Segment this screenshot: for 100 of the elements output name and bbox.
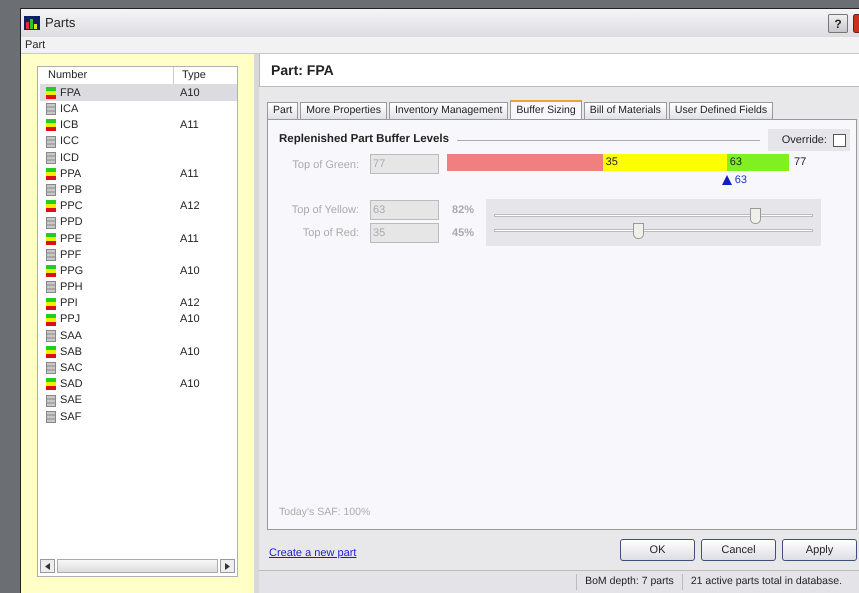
part-row[interactable]: ICA xyxy=(40,101,237,118)
right-arrow-icon[interactable] xyxy=(225,562,230,570)
part-row[interactable]: SAB A10 xyxy=(40,344,237,360)
column-header[interactable]: Number xyxy=(40,67,174,84)
part-type: A10 xyxy=(179,86,200,101)
part-row[interactable]: PPB xyxy=(40,182,237,198)
status-text: BoM depth: 7 parts xyxy=(576,574,682,590)
part-type: A12 xyxy=(179,199,200,214)
buffer-status-icon xyxy=(46,378,56,390)
part-row[interactable]: PPI A12 xyxy=(40,295,237,312)
part-number: PPI xyxy=(60,296,78,312)
part-icon xyxy=(46,103,56,116)
part-number: PPG xyxy=(60,264,84,279)
buffer-status-icon xyxy=(46,298,56,310)
buffer-status-icon xyxy=(46,265,56,278)
part-row[interactable]: PPD xyxy=(40,214,237,231)
part-number: SAA xyxy=(60,328,82,344)
zone-value: 35 xyxy=(604,155,618,170)
part-type: A11 xyxy=(179,118,199,134)
buffer-status-icon xyxy=(46,314,56,326)
tab[interactable]: Bill of Materials xyxy=(584,102,667,119)
dialog-button[interactable]: OK xyxy=(620,539,695,561)
percent-reading: 82% xyxy=(452,202,476,218)
part-icon xyxy=(46,152,56,164)
part-icon xyxy=(46,330,56,342)
part-number: PPD xyxy=(60,215,83,230)
window-title: Parts xyxy=(45,14,76,32)
help-button[interactable]: ? xyxy=(828,14,848,32)
part-type: A10 xyxy=(179,344,200,360)
part-number: SAB xyxy=(60,344,82,360)
part-type: A11 xyxy=(179,232,199,247)
marker-icon xyxy=(722,175,732,186)
part-row[interactable]: PPC A12 xyxy=(40,198,237,214)
field-label: Top of Yellow: xyxy=(290,202,359,218)
buffer-status-icon xyxy=(46,232,56,245)
dialog-button[interactable]: Apply xyxy=(782,539,857,561)
buffer-status-icon xyxy=(46,168,56,180)
slider-thumb[interactable] xyxy=(750,208,761,224)
part-icon xyxy=(46,281,56,294)
part-row[interactable]: PPE A11 xyxy=(40,230,237,247)
status-text: 21 active parts total in database. xyxy=(682,574,850,590)
part-icon xyxy=(46,248,56,261)
slider-thumb[interactable] xyxy=(632,222,644,238)
part-type: A10 xyxy=(179,312,200,328)
field-label: Top of Red: xyxy=(302,226,359,241)
part-type: A12 xyxy=(179,296,200,312)
bar-end-value: 77 xyxy=(794,155,806,170)
part-icon xyxy=(46,216,56,229)
part-row[interactable]: ICD xyxy=(40,150,237,166)
tab[interactable]: Buffer Sizing xyxy=(510,100,582,119)
marker-value: 63 xyxy=(734,173,747,188)
column-header[interactable]: Type xyxy=(174,67,206,84)
part-number: SAD xyxy=(60,377,83,392)
buffer-status-icon xyxy=(46,87,56,100)
part-row[interactable]: SAF xyxy=(40,408,237,425)
part-row[interactable]: PPA A11 xyxy=(40,166,237,182)
part-number: SAC xyxy=(60,361,83,376)
part-row[interactable]: PPG A10 xyxy=(40,263,237,280)
part-number: PPA xyxy=(60,166,82,182)
part-row[interactable]: SAC xyxy=(40,360,237,376)
part-type: A10 xyxy=(179,377,200,392)
part-row[interactable]: SAE xyxy=(40,392,237,409)
part-row[interactable]: SAA xyxy=(40,328,237,344)
part-number: PPC xyxy=(60,199,83,214)
part-row[interactable]: SAD A10 xyxy=(40,376,237,393)
buffer-status-icon xyxy=(46,346,56,358)
part-number: FPA xyxy=(60,86,81,101)
part-row[interactable]: FPA A10 xyxy=(40,85,237,102)
buffer-status-icon xyxy=(46,200,56,212)
part-number: ICA xyxy=(60,102,78,118)
dialog-button[interactable]: Cancel xyxy=(701,539,776,561)
tab[interactable]: Part xyxy=(267,102,298,119)
horizontal-scrollbar[interactable] xyxy=(40,558,235,574)
part-number: ICC xyxy=(60,134,79,150)
part-row[interactable]: ICC xyxy=(40,134,237,150)
part-row[interactable]: PPH xyxy=(40,279,237,296)
tab[interactable]: User Defined Fields xyxy=(668,102,774,119)
override-checkbox[interactable] xyxy=(833,134,846,146)
create-part-link[interactable]: Create a new part xyxy=(269,544,356,562)
part-icon xyxy=(46,362,56,374)
buffer-status-icon xyxy=(46,119,56,132)
part-type: A10 xyxy=(179,264,200,279)
section-heading: Replenished Part Buffer Levels xyxy=(279,132,449,148)
part-number: PPJ xyxy=(60,312,80,328)
app-icon xyxy=(24,16,40,30)
tab[interactable]: Inventory Management xyxy=(388,102,508,119)
part-number: ICB xyxy=(60,118,78,134)
override-label: Override: xyxy=(782,132,827,148)
left-arrow-icon[interactable] xyxy=(45,562,50,570)
field-label: Top of Green: xyxy=(291,158,359,173)
part-icon xyxy=(46,394,56,407)
part-icon xyxy=(46,184,56,196)
tab[interactable]: More Properties xyxy=(300,102,387,119)
part-row[interactable]: ICB A11 xyxy=(40,117,237,134)
menu-item[interactable]: Part xyxy=(25,36,46,54)
part-row[interactable]: PPJ A10 xyxy=(40,312,237,328)
part-number: PPB xyxy=(60,182,82,198)
part-row[interactable]: PPF xyxy=(40,246,237,264)
saf-text: Today's SAF: 100% xyxy=(279,505,372,520)
part-icon xyxy=(46,136,56,148)
